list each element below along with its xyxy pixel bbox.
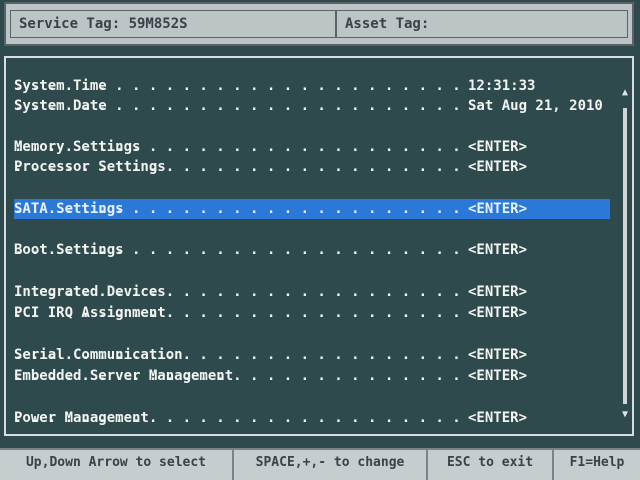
footer-help-bar: Up,Down Arrow to select SPACE,+,- to cha…: [0, 448, 640, 480]
menu-item-pci-irq-assignment[interactable]: . . . . . . . . . . . . . . . . . . . . …: [14, 303, 610, 323]
menu-item-label: Integrated Devices: [14, 284, 166, 300]
menu-item-value[interactable]: <ENTER>: [468, 408, 527, 428]
menu-item-value[interactable]: 12:31:33: [468, 76, 535, 96]
menu-item-value[interactable]: <ENTER>: [468, 282, 527, 302]
menu-item-label: Memory Settings: [14, 139, 141, 155]
menu-item-value[interactable]: <ENTER>: [468, 303, 527, 323]
menu-item-system-time[interactable]: . . . . . . . . . . . . . . . . . . . . …: [14, 76, 610, 96]
header-panel: Service Tag: 59M852S Asset Tag:: [4, 2, 634, 46]
menu-item-label: System Time: [14, 78, 107, 94]
change-hint: SPACE,+,- to change: [234, 450, 428, 480]
menu-item-boot-settings[interactable]: . . . . . . . . . . . . . . . . . . . . …: [14, 240, 610, 260]
menu-item-value[interactable]: <ENTER>: [468, 240, 527, 260]
nav-hint: Up,Down Arrow to select: [0, 450, 234, 480]
menu-item-value[interactable]: <ENTER>: [468, 345, 527, 365]
menu-item-label: Embedded Server Management: [14, 368, 234, 384]
menu-item-value[interactable]: Sat Aug 21, 2010: [468, 96, 603, 116]
scrollbar-track[interactable]: [623, 108, 627, 404]
asset-tag: Asset Tag:: [336, 10, 628, 38]
menu-item-label: Boot Settings: [14, 242, 124, 258]
service-tag: Service Tag: 59M852S: [10, 10, 336, 38]
menu-item-value[interactable]: <ENTER>: [468, 157, 527, 177]
menu-item-power-management[interactable]: . . . . . . . . . . . . . . . . . . . . …: [14, 408, 610, 428]
menu-item-value[interactable]: <ENTER>: [468, 137, 527, 157]
menu-item-system-date[interactable]: . . . . . . . . . . . . . . . . . . . . …: [14, 96, 610, 116]
setup-menu: . . . . . . . . . . . . . . . . . . . . …: [4, 56, 634, 436]
up-arrow-icon[interactable]: ▲: [620, 88, 630, 98]
exit-hint: ESC to exit: [428, 450, 554, 480]
menu-item-sata-settings[interactable]: . . . . . . . . . . . . . . . . . . . . …: [14, 199, 610, 219]
menu-item-serial-communication[interactable]: . . . . . . . . . . . . . . . . . . . . …: [14, 345, 610, 365]
menu-item-label: Power Management: [14, 410, 149, 426]
menu-item-embedded-server-management[interactable]: . . . . . . . . . . . . . . . . . . . . …: [14, 366, 610, 386]
menu-item-value[interactable]: <ENTER>: [468, 199, 527, 219]
menu-item-label: System Date: [14, 98, 107, 114]
menu-item-integrated-devices[interactable]: . . . . . . . . . . . . . . . . . . . . …: [14, 282, 610, 302]
down-arrow-icon[interactable]: ▼: [620, 410, 630, 420]
menu-item-label: PCI IRQ Assignment: [14, 305, 166, 321]
menu-item-label: SATA Settings: [14, 201, 124, 217]
menu-item-label: Processor Settings: [14, 159, 166, 175]
help-hint: F1=Help: [569, 455, 625, 470]
menu-item-label: Serial Communication: [14, 347, 183, 363]
menu-item-processor-settings[interactable]: . . . . . . . . . . . . . . . . . . . . …: [14, 157, 610, 177]
menu-item-memory-settings[interactable]: . . . . . . . . . . . . . . . . . . . . …: [14, 137, 610, 157]
menu-item-value[interactable]: <ENTER>: [468, 366, 527, 386]
